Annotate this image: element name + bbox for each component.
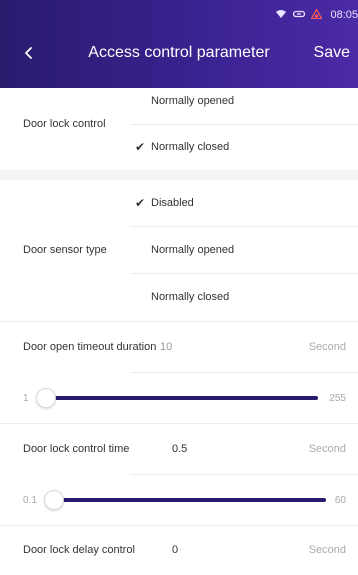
door-lock-control-time-label: Door lock control time bbox=[23, 443, 130, 455]
slider-min-label: 0.1 bbox=[23, 494, 37, 506]
door-open-timeout-slider[interactable] bbox=[40, 396, 318, 400]
door-sensor-option-normally-closed[interactable]: Normally closed bbox=[130, 274, 358, 320]
door-open-timeout-row: Door open timeout duration 10 Second bbox=[0, 322, 358, 372]
option-label: Disabled bbox=[151, 197, 194, 209]
slider-max-label: 255 bbox=[329, 392, 346, 404]
door-open-timeout-slider-row: 1 255 bbox=[0, 373, 358, 423]
alert-icon bbox=[310, 7, 323, 22]
checkmark-icon: ✔ bbox=[134, 196, 146, 210]
option-label: Normally closed bbox=[151, 141, 230, 153]
door-lock-delay-row: Door lock delay control 0 Second bbox=[0, 525, 358, 575]
option-label: Normally opened bbox=[151, 244, 235, 256]
option-label: Normally opened bbox=[151, 95, 235, 107]
door-lock-delay-label: Door lock delay control bbox=[23, 544, 135, 556]
door-lock-control-label: Door lock control bbox=[23, 118, 106, 130]
door-open-timeout-label: Door open timeout duration bbox=[23, 341, 157, 353]
section-gap bbox=[0, 170, 358, 180]
option-label: Normally closed bbox=[151, 291, 230, 303]
slider-thumb[interactable] bbox=[44, 490, 64, 510]
chevron-left-icon bbox=[25, 47, 32, 59]
door-lock-control-time-row: Door lock control time 0.5 Second bbox=[0, 424, 358, 474]
door-sensor-option-normally-opened[interactable]: Normally opened bbox=[130, 227, 358, 273]
page-title: Access control parameter bbox=[88, 44, 270, 61]
checkmark-icon: ✔ bbox=[134, 140, 146, 154]
link-icon bbox=[293, 10, 306, 21]
back-button[interactable] bbox=[14, 38, 44, 68]
door-lock-control-time-slider-row: 0.1 60 bbox=[0, 475, 358, 525]
save-button[interactable]: Save bbox=[314, 44, 350, 62]
wifi-icon bbox=[275, 9, 287, 22]
slider-min-label: 1 bbox=[23, 392, 29, 404]
door-lock-control-time-slider[interactable] bbox=[48, 498, 326, 502]
door-lock-option-normally-closed[interactable]: ✔ Normally closed bbox=[130, 124, 358, 170]
door-open-timeout-unit: Second bbox=[308, 341, 346, 353]
door-lock-control-time-input[interactable]: 0.5 bbox=[172, 424, 292, 474]
door-lock-delay-input[interactable]: 0 bbox=[172, 525, 292, 575]
door-lock-delay-unit: Second bbox=[308, 544, 346, 556]
slider-max-label: 60 bbox=[334, 494, 346, 506]
door-lock-control-time-unit: Second bbox=[308, 443, 346, 455]
status-time: 08:05 bbox=[330, 9, 358, 21]
status-bar: 08:05 bbox=[275, 7, 358, 23]
door-sensor-type-label: Door sensor type bbox=[23, 244, 107, 256]
door-lock-option-normally-opened[interactable]: Normally opened bbox=[130, 78, 358, 124]
door-open-timeout-input[interactable]: 10 bbox=[160, 322, 280, 372]
slider-thumb[interactable] bbox=[36, 388, 56, 408]
app-header: 08:05 Access control parameter Save bbox=[0, 0, 358, 88]
door-sensor-option-disabled[interactable]: ✔ Disabled bbox=[130, 180, 358, 226]
